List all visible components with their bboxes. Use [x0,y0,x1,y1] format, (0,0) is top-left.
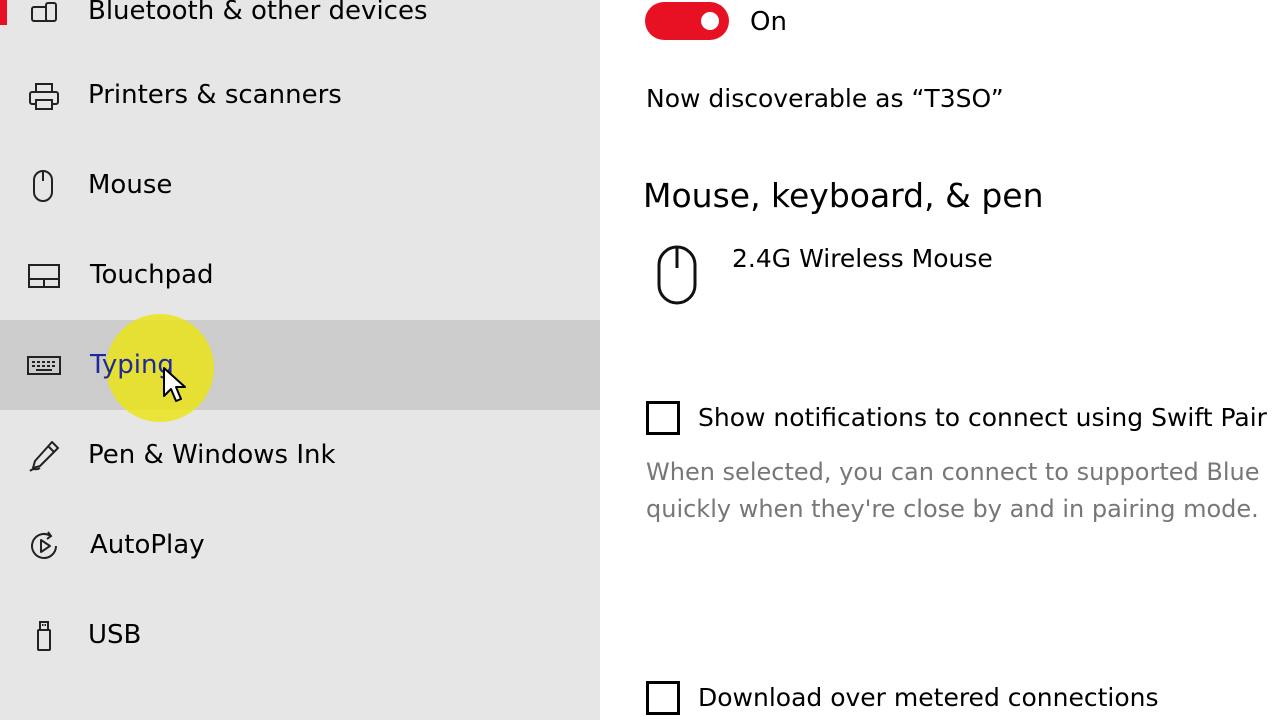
sidebar-item-label: Printers & scanners [88,80,342,110]
sidebar-item-label: AutoPlay [90,530,205,560]
keyboard-icon [26,348,62,384]
swift-pair-checkbox[interactable] [646,401,680,435]
sidebar-item-label: Mouse [88,170,173,200]
metered-connections-checkbox[interactable] [646,681,680,715]
sidebar-item-label: Typing [90,350,174,380]
description-line: quickly when they're close by and in pai… [646,495,1259,523]
section-heading: Mouse, keyboard, & pen [643,176,1044,215]
bluetooth-toggle[interactable] [645,2,729,40]
device-name: 2.4G Wireless Mouse [732,244,993,273]
touchpad-icon [26,258,62,294]
toggle-state-label: On [750,7,787,37]
description-line: When selected, you can connect to suppor… [646,458,1260,486]
sidebar-item-touchpad[interactable]: Touchpad [0,230,600,320]
sidebar-item-autoplay[interactable]: AutoPlay [0,500,600,590]
sidebar-item-mouse[interactable]: Mouse [0,140,600,230]
metered-connections-label[interactable]: Download over metered connections [698,680,1159,716]
autoplay-icon [26,528,62,564]
sidebar-item-label: USB [88,620,142,650]
printer-icon [26,78,62,114]
device-item[interactable]: 2.4G Wireless Mouse [650,240,1250,310]
toggle-knob [701,12,719,30]
sidebar-item-label: Touchpad [90,260,214,290]
bluetooth-devices-icon [26,0,62,31]
main-content: On Now discoverable as “T3SO” Mouse, key… [600,0,1280,720]
selection-accent-bar [0,0,7,25]
sidebar-item-pen-windows-ink[interactable]: Pen & Windows Ink [0,410,600,500]
sidebar-item-label: Pen & Windows Ink [88,440,336,470]
sidebar-item-usb[interactable]: USB [0,590,600,680]
swift-pair-label[interactable]: Show notifications to connect using Swif… [698,400,1267,436]
mouse-icon [26,168,62,204]
sidebar-item-label: Bluetooth & other devices [88,0,428,26]
sidebar-item-printers-scanners[interactable]: Printers & scanners [0,50,600,140]
swift-pair-description: When selected, you can connect to suppor… [646,454,1280,528]
sidebar-item-typing[interactable]: Typing [0,320,600,410]
sidebar-nav: Bluetooth & other devices Printers & sca… [0,0,600,720]
settings-window: Bluetooth & other devices Printers & sca… [0,0,1280,720]
pen-icon [26,438,62,474]
usb-icon [26,618,62,654]
mouse-icon [654,244,700,308]
discoverable-status: Now discoverable as “T3SO” [646,84,1004,113]
